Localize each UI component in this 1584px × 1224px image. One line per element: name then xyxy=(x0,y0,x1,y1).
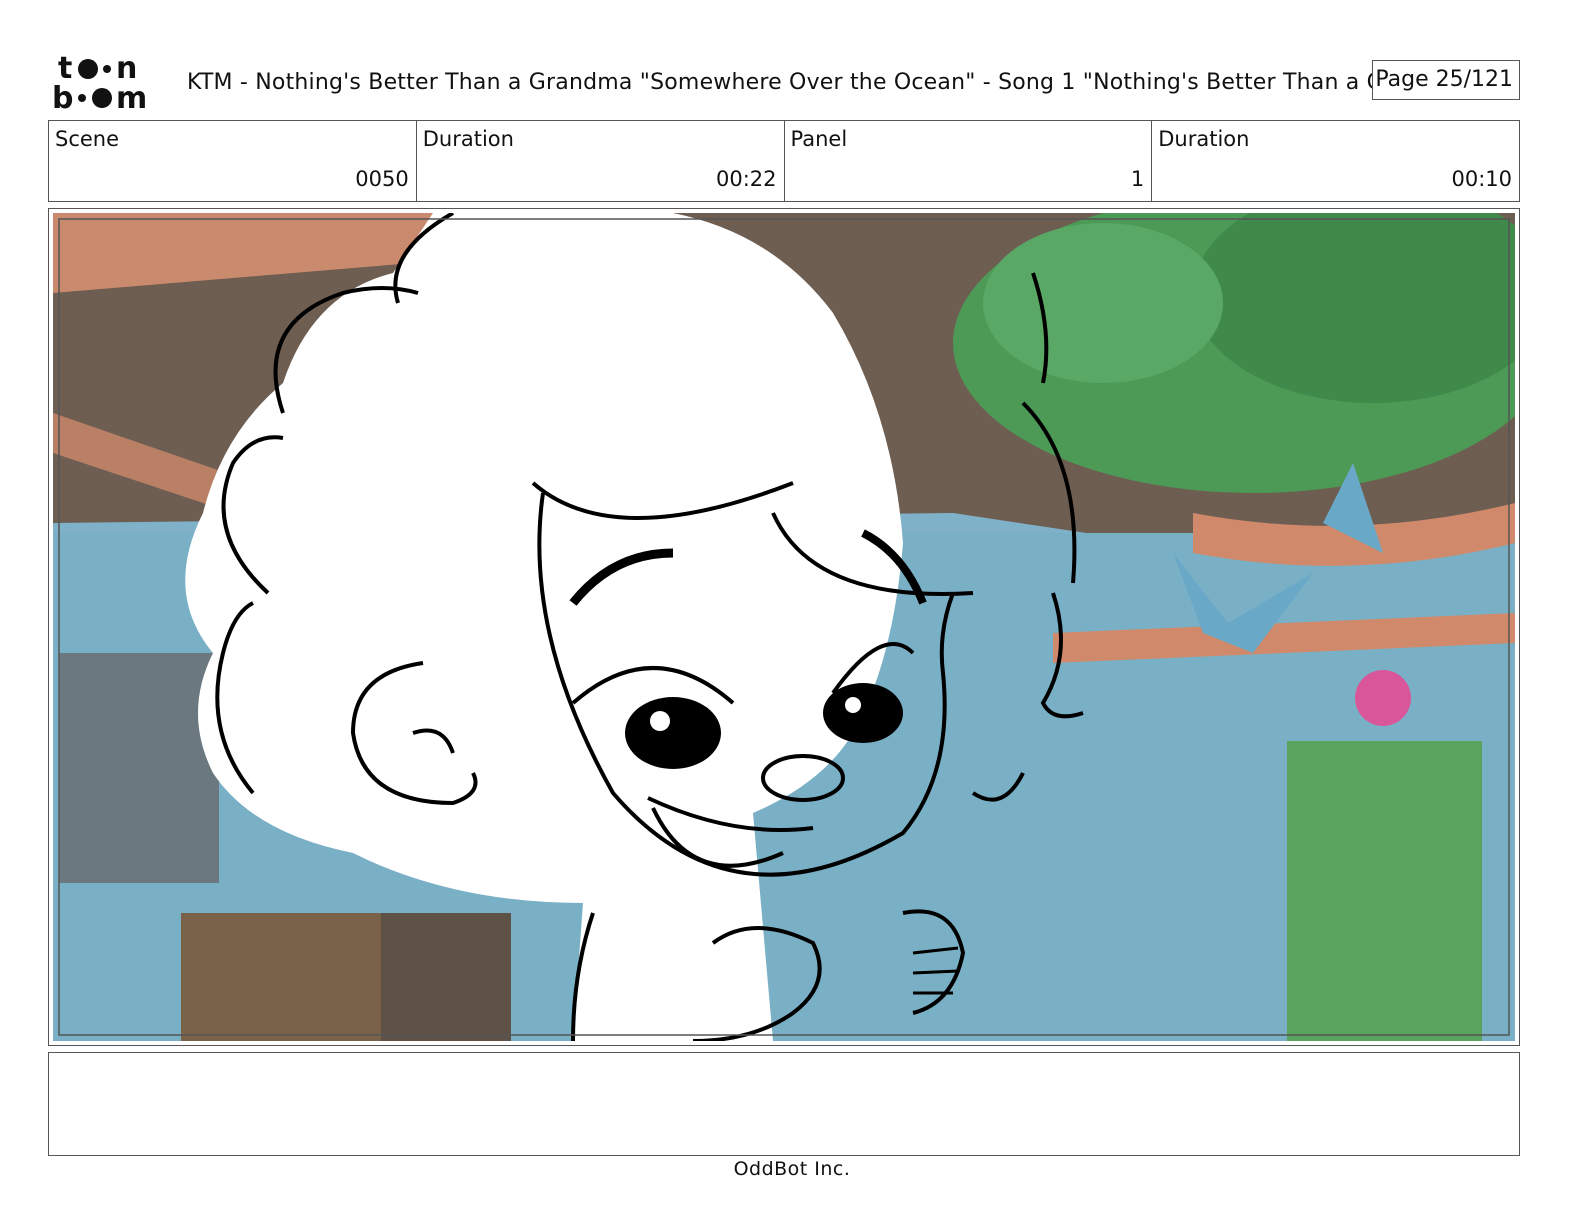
scene-info-row: Scene 0050 Duration 00:22 Panel 1 Durati… xyxy=(48,120,1520,202)
panel-duration-label: Duration xyxy=(1158,127,1250,151)
storyboard-panel-frame xyxy=(48,208,1520,1046)
scene-value: 0050 xyxy=(355,167,409,191)
panel-label: Panel xyxy=(790,127,848,151)
svg-text:m: m xyxy=(116,81,147,110)
toon-boom-logo: t n b m xyxy=(52,51,164,116)
scene-duration-value: 00:22 xyxy=(715,167,777,191)
panel-value: 1 xyxy=(1130,167,1145,191)
panel-duration-value: 00:10 xyxy=(1451,167,1512,191)
panel-notes-box xyxy=(48,1052,1520,1156)
storyboard-panel-image xyxy=(53,213,1515,1041)
panel-duration-cell: Duration 00:10 xyxy=(1152,121,1519,201)
svg-text:b: b xyxy=(52,81,73,110)
scene-duration-cell: Duration 00:22 xyxy=(417,121,785,201)
document-title: KTM - Nothing's Better Than a Grandma "S… xyxy=(187,70,1382,95)
page-number: Page 25/121 xyxy=(1372,60,1520,100)
scene-cell: Scene 0050 xyxy=(49,121,417,201)
scene-label: Scene xyxy=(55,127,120,151)
footer-credit: OddBot Inc. xyxy=(733,1158,851,1180)
panel-cell: Panel 1 xyxy=(785,121,1153,201)
scene-duration-label: Duration xyxy=(422,127,514,151)
storyboard-drawing xyxy=(53,213,1515,1041)
